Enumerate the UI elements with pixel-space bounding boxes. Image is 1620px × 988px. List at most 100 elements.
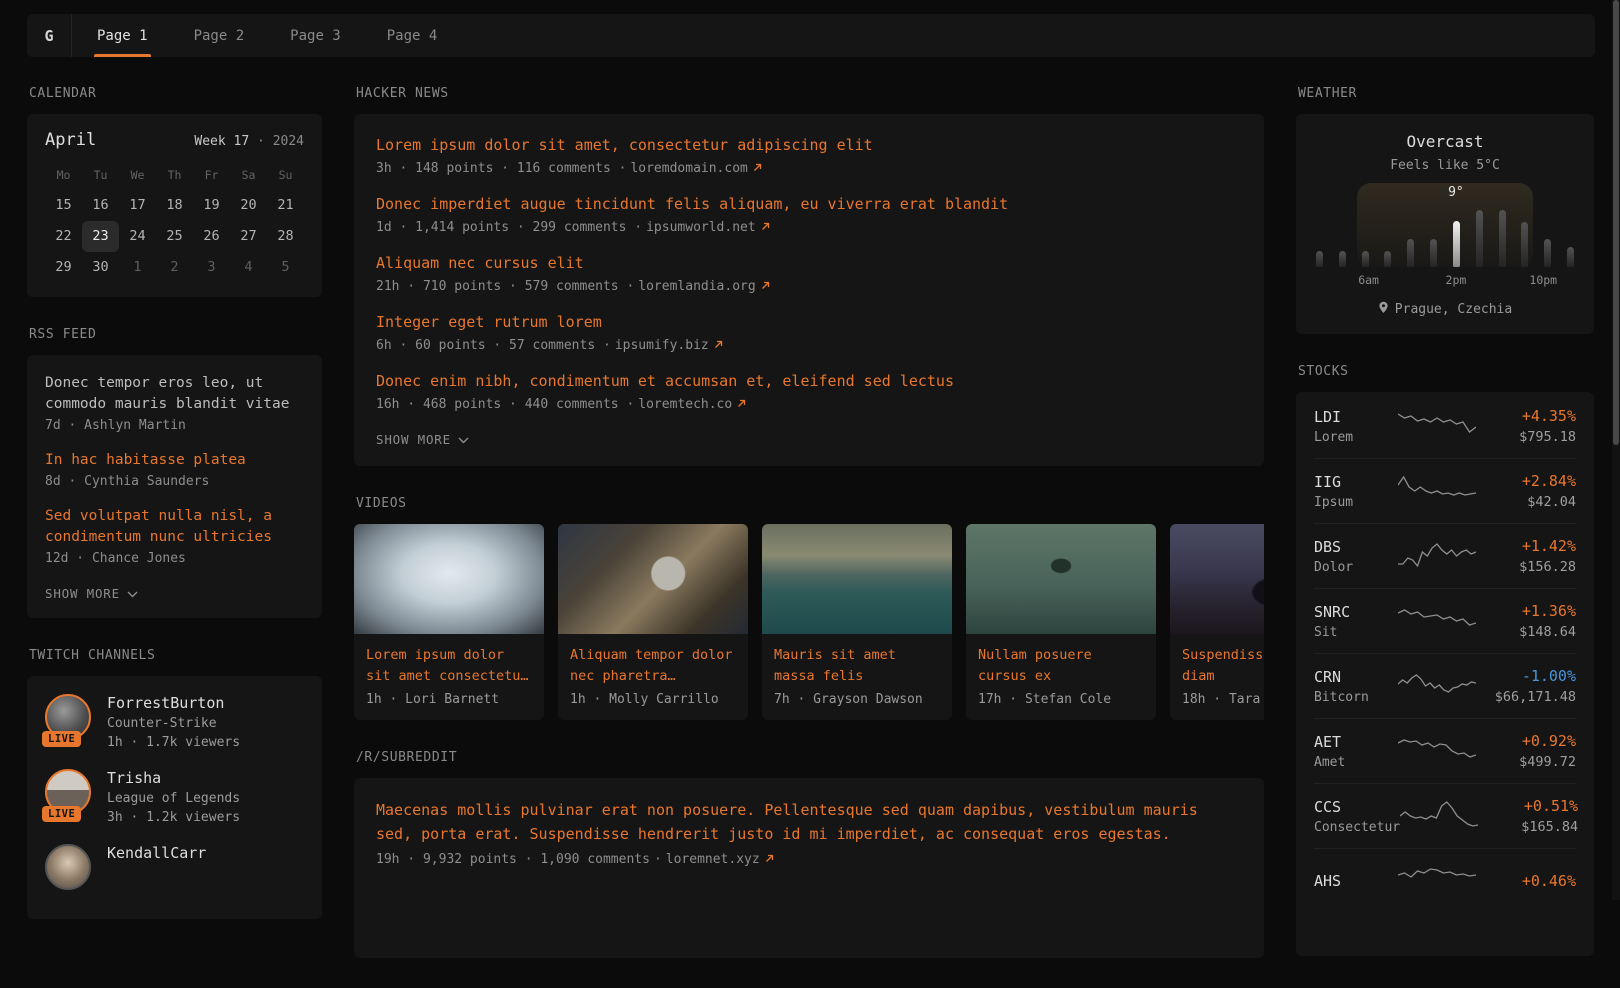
tab-page-2[interactable]: Page 2 (171, 14, 268, 57)
video-card[interactable]: Nullam posuerecursus ex17h · Stefan Cole (966, 524, 1156, 720)
scrollbar-thumb[interactable] (1613, 0, 1619, 445)
subreddit-post-domain[interactable]: loremnet.xyz (666, 852, 760, 867)
hn-item-stats: 21h · 710 points · 579 comments · (376, 279, 634, 294)
hn-item-domain[interactable]: ipsumify.biz (615, 338, 709, 353)
tab-page-4[interactable]: Page 4 (364, 14, 461, 57)
rss-item-title[interactable]: In hac habitasse platea (45, 450, 304, 471)
stock-identity: SNRCSit (1314, 603, 1398, 640)
stock-row[interactable]: AETAmet+0.92%$499.72 (1314, 718, 1576, 783)
rss-item-title[interactable]: Donec tempor eros leo, ut commodo mauris… (45, 373, 304, 415)
weather-section-label: WEATHER (1298, 86, 1594, 101)
hn-item-stats: 16h · 468 points · 440 comments · (376, 397, 634, 412)
hackernews-widget: Lorem ipsum dolor sit amet, consectetur … (354, 114, 1264, 466)
hn-item-domain[interactable]: loremlandia.org (638, 279, 755, 294)
middle-column: HACKER NEWS Lorem ipsum dolor sit amet, … (354, 86, 1264, 988)
hn-item-title[interactable]: Lorem ipsum dolor sit amet, consectetur … (376, 134, 1242, 156)
stock-sparkline (1398, 669, 1476, 703)
calendar-widget: April Week 17 · 2024 MoTuWeThFrSaSu15161… (27, 114, 322, 297)
subreddit-post-separator: · (654, 852, 662, 867)
video-card-body: Mauris sit ametmassa felis7h · Grayson D… (762, 634, 952, 720)
stock-sparkline (1398, 539, 1476, 573)
stock-row[interactable]: CRNBitcorn-1.00%$66,171.48 (1314, 653, 1576, 718)
twitch-channel-name[interactable]: ForrestBurton (107, 694, 240, 712)
external-link-icon (714, 338, 723, 353)
tab-page-3[interactable]: Page 3 (267, 14, 364, 57)
weather-axis-label: 10pm (1529, 273, 1557, 287)
video-title[interactable]: Aliquam tempor dolornec pharetra… (570, 645, 736, 686)
video-title[interactable]: Suspendissediam (1182, 645, 1264, 686)
subreddit-post-title[interactable]: Maecenas mollis pulvinar erat non posuer… (376, 798, 1242, 846)
stocks-widget: LDILorem+4.35%$795.18IIGIpsum+2.84%$42.0… (1296, 392, 1594, 956)
video-card[interactable]: Mauris sit ametmassa felis7h · Grayson D… (762, 524, 952, 720)
stock-row[interactable]: AHS +0.46% (1314, 848, 1576, 913)
app-logo[interactable]: G (27, 14, 72, 57)
stock-symbol: AHS (1314, 872, 1398, 890)
video-thumbnail[interactable] (354, 524, 544, 634)
subreddit-section: /R/SUBREDDIT Maecenas mollis pulvinar er… (354, 750, 1264, 958)
hn-item-domain[interactable]: loremtech.co (638, 397, 732, 412)
twitch-channel-row[interactable]: LIVEForrestBurtonCounter-Strike1h · 1.7k… (45, 694, 304, 750)
stocks-section: STOCKS LDILorem+4.35%$795.18IIGIpsum+2.8… (1296, 364, 1594, 956)
stock-row[interactable]: LDILorem+4.35%$795.18 (1314, 394, 1576, 458)
stock-change-percent: +1.36% (1476, 602, 1576, 620)
stock-price: $795.18 (1476, 429, 1576, 445)
hn-item-meta: 3h · 148 points · 116 comments · loremdo… (376, 161, 1242, 176)
hn-item-title[interactable]: Donec enim nibh, condimentum et accumsan… (376, 370, 1242, 392)
tab-page-1[interactable]: Page 1 (74, 14, 171, 57)
rss-feed-item: In hac habitasse platea8d · Cynthia Saun… (45, 450, 304, 489)
weather-hour-bar (1544, 239, 1551, 267)
video-title-line: nec pharetra… (570, 666, 736, 687)
stock-price: $156.28 (1476, 559, 1576, 575)
stock-row[interactable]: SNRCSit+1.36%$148.64 (1314, 588, 1576, 653)
stock-row[interactable]: IIGIpsum+2.84%$42.04 (1314, 458, 1576, 523)
rss-feed-item: Donec tempor eros leo, ut commodo mauris… (45, 373, 304, 433)
video-thumbnail[interactable] (1170, 524, 1264, 634)
video-card[interactable]: Aliquam tempor dolornec pharetra…1h · Mo… (558, 524, 748, 720)
hn-item-title[interactable]: Aliquam nec cursus elit (376, 252, 1242, 274)
video-card[interactable]: Suspendissediam18h · Tara (1170, 524, 1264, 720)
hn-item-title[interactable]: Donec imperdiet augue tincidunt felis al… (376, 193, 1242, 215)
hackernews-show-more-button[interactable]: SHOW MORE (376, 432, 469, 447)
stock-row[interactable]: CCSConsectetur+0.51%$165.84 (1314, 783, 1576, 848)
weather-hour-bar (1521, 222, 1528, 267)
stock-values: +2.84%$42.04 (1476, 472, 1576, 510)
twitch-channel-row[interactable]: KendallCarr (45, 844, 304, 890)
stock-sparkline (1398, 604, 1476, 638)
rss-item-title[interactable]: Sed volutpat nulla nisl, a condimentum n… (45, 506, 304, 548)
calendar-weekday: Mo (45, 160, 82, 190)
stock-change-percent: +0.46% (1476, 872, 1576, 890)
hn-item-title[interactable]: Integer eget rutrum lorem (376, 311, 1242, 333)
hn-item-domain[interactable]: loremdomain.com (630, 161, 747, 176)
video-meta: 1h · Lori Barnett (366, 692, 532, 707)
video-title[interactable]: Nullam posuerecursus ex (978, 645, 1144, 686)
hn-item-domain[interactable]: ipsumworld.net (646, 220, 756, 235)
stock-row[interactable]: DBSDolor+1.42%$156.28 (1314, 523, 1576, 588)
calendar-weekday: Th (156, 160, 193, 190)
twitch-channel-name[interactable]: KendallCarr (107, 844, 206, 862)
live-badge: LIVE (42, 806, 81, 822)
video-title[interactable]: Lorem ipsum dolorsit amet consectetu… (366, 645, 532, 686)
video-card-body: Aliquam tempor dolornec pharetra…1h · Mo… (558, 634, 748, 720)
weather-axis-label: 6am (1358, 273, 1379, 287)
stock-values: +0.92%$499.72 (1476, 732, 1576, 770)
twitch-channel-name[interactable]: Trisha (107, 769, 240, 787)
stock-values: +0.51%$165.84 (1478, 797, 1578, 835)
calendar-day: 23 (82, 221, 119, 252)
twitch-channel-row[interactable]: LIVETrishaLeague of Legends3h · 1.2k vie… (45, 769, 304, 825)
rss-section-label: RSS FEED (29, 327, 322, 342)
video-thumbnail[interactable] (558, 524, 748, 634)
stock-change-percent: +2.84% (1476, 472, 1576, 490)
weather-location-row: Prague, Czechia (1314, 301, 1576, 318)
stock-name: Consectetur (1314, 820, 1400, 835)
weather-hour-bar (1430, 239, 1437, 267)
stock-values: +0.46% (1476, 872, 1576, 890)
stock-symbol: LDI (1314, 408, 1398, 426)
video-card[interactable]: Lorem ipsum dolorsit amet consectetu… 1h … (354, 524, 544, 720)
video-title-line: Nullam posuere (978, 645, 1144, 666)
calendar-day: 27 (230, 221, 267, 252)
video-thumbnail[interactable] (966, 524, 1156, 634)
video-title[interactable]: Mauris sit ametmassa felis (774, 645, 940, 686)
video-thumbnail[interactable] (762, 524, 952, 634)
rss-show-more-button[interactable]: SHOW MORE (45, 586, 138, 601)
weather-hourly-chart: 9° (1314, 185, 1576, 267)
